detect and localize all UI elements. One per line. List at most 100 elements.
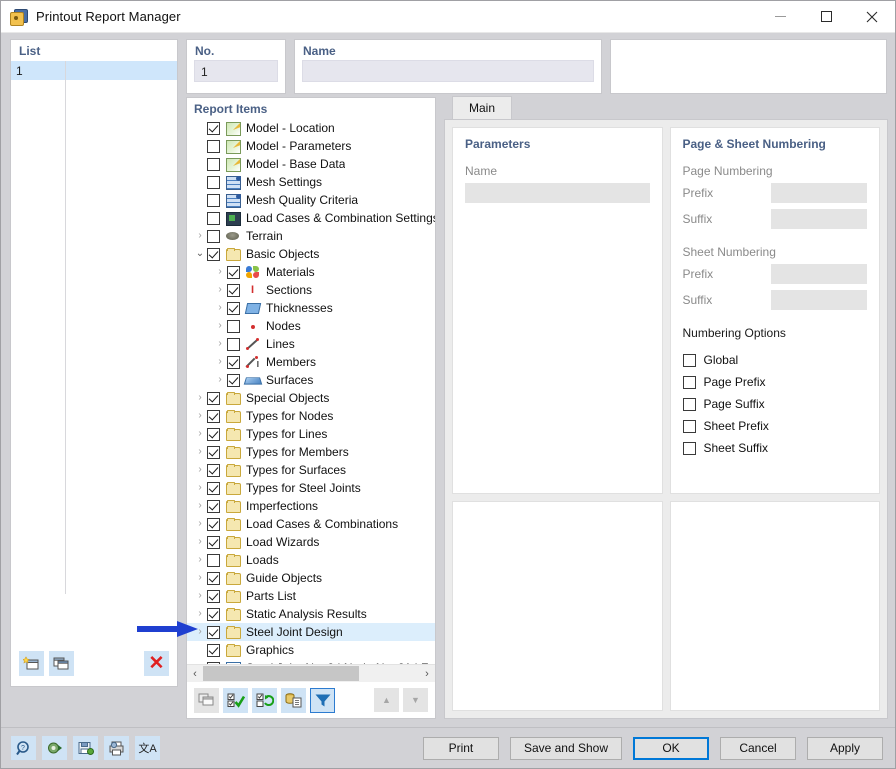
numbering-option-checkbox[interactable] [683, 420, 696, 433]
tree-item[interactable]: Steel Joint No. 2 | Node No. 21 | Fast [187, 659, 435, 664]
tree-item[interactable]: ›Loads [187, 551, 435, 569]
tree-item-checkbox[interactable] [227, 374, 240, 387]
name-input[interactable] [302, 60, 594, 82]
tree-item-checkbox[interactable] [227, 356, 240, 369]
tree-item[interactable]: ›Thicknesses [187, 299, 435, 317]
numbering-option-checkbox[interactable] [683, 354, 696, 367]
tree-item-checkbox[interactable] [207, 482, 220, 495]
tree-item-checkbox[interactable] [207, 158, 220, 171]
tree-item-checkbox[interactable] [207, 518, 220, 531]
tree-item[interactable]: ›Load Cases & Combinations [187, 515, 435, 533]
invert-selection-button[interactable] [252, 688, 277, 713]
numbering-option-checkbox[interactable] [683, 398, 696, 411]
selection-button[interactable] [194, 688, 219, 713]
settings-button[interactable] [42, 736, 67, 760]
tree-expander-icon[interactable]: › [193, 231, 207, 241]
tree-item[interactable]: Model - Parameters [187, 137, 435, 155]
tree-expander-icon[interactable]: › [193, 429, 207, 439]
language-button[interactable]: 文A [135, 736, 160, 760]
tree-expander-icon[interactable]: › [193, 465, 207, 475]
scroll-track[interactable] [203, 665, 419, 682]
tree-expander-icon[interactable]: › [213, 357, 227, 367]
sheet-prefix-input[interactable] [771, 264, 868, 284]
tree-item-checkbox[interactable] [207, 590, 220, 603]
tree-expander-icon[interactable]: › [193, 573, 207, 583]
tree-item[interactable]: ›Load Wizards [187, 533, 435, 551]
report-items-tree[interactable]: Model - LocationModel - ParametersModel … [187, 119, 435, 664]
cancel-button[interactable]: Cancel [720, 737, 796, 760]
tree-item[interactable]: ›Special Objects [187, 389, 435, 407]
tree-item-checkbox[interactable] [227, 266, 240, 279]
filter-button[interactable] [310, 688, 335, 713]
tree-item[interactable]: ›Types for Nodes [187, 407, 435, 425]
scroll-thumb[interactable] [203, 666, 359, 681]
tree-expander-icon[interactable]: › [193, 591, 207, 601]
close-button[interactable] [849, 1, 895, 32]
tree-item[interactable]: ›Terrain [187, 227, 435, 245]
tree-item-checkbox[interactable] [207, 572, 220, 585]
numbering-option-checkbox[interactable] [683, 442, 696, 455]
tree-item-checkbox[interactable] [207, 410, 220, 423]
tree-item-checkbox[interactable] [207, 554, 220, 567]
tree-item-checkbox[interactable] [207, 248, 220, 261]
move-down-button[interactable]: ▼ [403, 688, 428, 712]
tree-item-checkbox[interactable] [207, 140, 220, 153]
tree-item[interactable]: Graphics [187, 641, 435, 659]
move-up-button[interactable]: ▲ [374, 688, 399, 712]
select-all-button[interactable] [223, 688, 248, 713]
minimize-button[interactable] [757, 1, 803, 32]
tree-item-checkbox[interactable] [207, 500, 220, 513]
tree-item[interactable]: ›Guide Objects [187, 569, 435, 587]
tree-item[interactable]: Model - Location [187, 119, 435, 137]
tree-item-checkbox[interactable] [207, 428, 220, 441]
tree-item-checkbox[interactable] [207, 626, 220, 639]
ok-button[interactable]: OK [633, 737, 709, 760]
tree-item[interactable]: ›IMembers [187, 353, 435, 371]
tree-item[interactable]: Mesh Quality Criteria [187, 191, 435, 209]
tree-item[interactable]: ›Steel Joint Design [187, 623, 435, 641]
tree-item[interactable]: ›Types for Lines [187, 425, 435, 443]
tree-item[interactable]: ›Surfaces [187, 371, 435, 389]
no-input[interactable]: 1 [194, 60, 278, 82]
tree-item-checkbox[interactable] [207, 662, 220, 665]
tree-expander-icon[interactable]: › [193, 483, 207, 493]
tree-expander-icon[interactable]: › [213, 375, 227, 385]
tree-expander-icon[interactable]: › [213, 303, 227, 313]
numbering-option[interactable]: Page Suffix [683, 393, 868, 415]
tree-item-checkbox[interactable] [207, 464, 220, 477]
tree-item[interactable]: ›Nodes [187, 317, 435, 335]
tree-item-checkbox[interactable] [207, 176, 220, 189]
tree-item-checkbox[interactable] [207, 212, 220, 225]
copy-report-button[interactable] [49, 651, 74, 676]
tree-expander-icon[interactable]: › [213, 339, 227, 349]
scroll-right-icon[interactable]: › [419, 668, 435, 680]
tree-item-checkbox[interactable] [227, 338, 240, 351]
tree-item-checkbox[interactable] [207, 644, 220, 657]
tree-item-checkbox[interactable] [207, 392, 220, 405]
tree-item[interactable]: Model - Base Data [187, 155, 435, 173]
tree-item[interactable]: ›ISections [187, 281, 435, 299]
tree-expander-icon[interactable]: › [193, 447, 207, 457]
tree-item-checkbox[interactable] [207, 446, 220, 459]
tree-expander-icon[interactable]: › [193, 393, 207, 403]
save-and-show-button[interactable]: Save and Show [510, 737, 622, 760]
numbering-option[interactable]: Global [683, 349, 868, 371]
tree-expander-icon[interactable]: ⌄ [193, 249, 207, 259]
tree-item[interactable]: Mesh Settings [187, 173, 435, 191]
tree-item[interactable]: ›Parts List [187, 587, 435, 605]
tree-expander-icon[interactable]: › [193, 609, 207, 619]
details-button[interactable] [281, 688, 306, 713]
page-suffix-input[interactable] [771, 209, 868, 229]
tree-expander-icon[interactable]: › [193, 411, 207, 421]
parameters-name-input[interactable] [465, 183, 650, 203]
tree-expander-icon[interactable]: › [213, 267, 227, 277]
sheet-suffix-input[interactable] [771, 290, 868, 310]
tree-expander-icon[interactable]: › [193, 501, 207, 511]
list-item[interactable]: 1 [11, 61, 177, 80]
tree-item-checkbox[interactable] [207, 194, 220, 207]
tree-expander-icon[interactable]: › [193, 555, 207, 565]
tree-item-checkbox[interactable] [207, 608, 220, 621]
tree-item[interactable]: ›Types for Members [187, 443, 435, 461]
print-button[interactable]: Print [423, 737, 499, 760]
tree-item[interactable]: ›Materials [187, 263, 435, 281]
